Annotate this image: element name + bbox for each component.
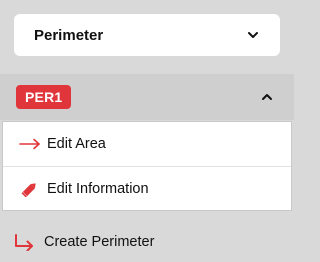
create-perimeter-button[interactable]: Create Perimeter <box>0 226 294 258</box>
edit-area-item[interactable]: Edit Area <box>3 122 291 166</box>
perimeter-actions-menu: Edit Area Edit Information <box>2 121 292 211</box>
perimeter-select-value: Perimeter <box>34 26 104 44</box>
edit-information-label: Edit Information <box>47 180 149 197</box>
edit-information-item[interactable]: Edit Information <box>3 166 291 210</box>
edit-area-label: Edit Area <box>47 136 106 152</box>
chevron-up-icon[interactable] <box>260 90 274 104</box>
turn-right-arrow-icon <box>15 234 33 251</box>
perimeter-section-header[interactable]: PER1 <box>0 74 294 120</box>
perimeter-select[interactable]: Perimeter <box>14 14 280 56</box>
perimeter-badge: PER1 <box>16 85 72 109</box>
chevron-down-icon <box>248 32 258 38</box>
create-perimeter-label: Create Perimeter <box>44 234 155 250</box>
arrow-right-icon <box>19 138 40 150</box>
pencil-icon <box>21 182 36 197</box>
